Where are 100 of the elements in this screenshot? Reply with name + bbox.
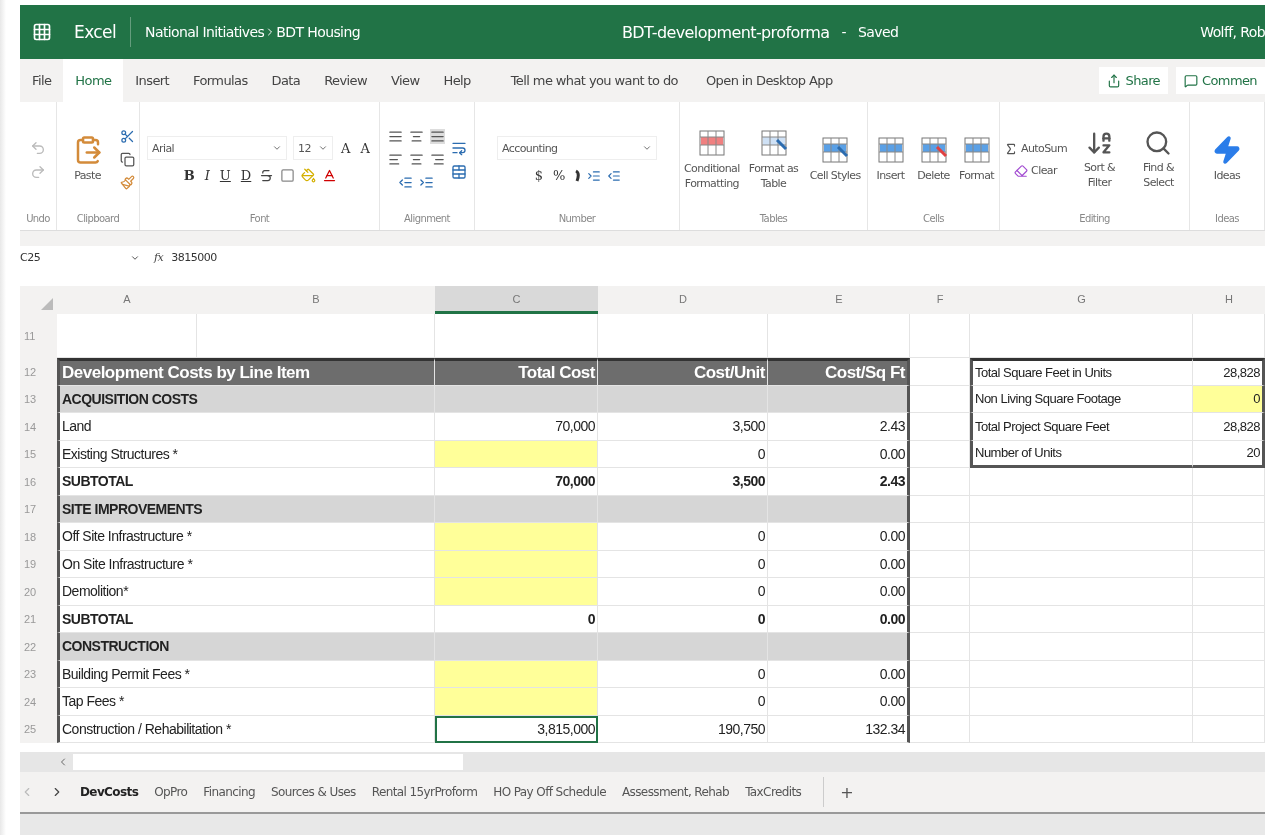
table-cell: 0 [598,440,768,468]
name-box[interactable]: C25 [20,251,146,264]
user-name[interactable]: Wolff, Rob [1200,24,1265,40]
autosum-button[interactable]: AutoSum [1004,141,1067,156]
column-header[interactable]: F [910,286,970,314]
table-style-button[interactable]: Conditional Formatting [684,128,740,191]
row-number: 22 [20,633,57,661]
sheet-tab[interactable]: DevCosts [72,785,147,799]
column-header[interactable]: A [57,286,197,314]
table-cell: 3,500 [598,413,768,441]
column-header[interactable]: G [970,286,1193,314]
breadcrumb-link[interactable]: National Initiatives [145,24,265,40]
breadcrumb-link[interactable]: BDT Housing [276,24,360,40]
editing-button[interactable]: Sort & Filter [1073,129,1126,190]
table-cell: 0.00 [768,550,910,578]
percent-button[interactable]: % [550,168,568,183]
column-header[interactable]: D [598,286,768,314]
font-field[interactable]: Arial [147,136,288,160]
share-button[interactable]: Share [1099,67,1168,94]
row-number: 25 [20,715,57,743]
sheet-tab[interactable]: Sources & Uses [263,785,364,799]
table-cell: 0 [598,688,768,716]
ribbon-tab[interactable]: Home [63,59,124,102]
table-cell: Total Square Feet in Units [970,358,1193,386]
font-style-button[interactable]: B [181,168,197,183]
font-size-field[interactable]: 12 [293,136,334,160]
grow-font-button[interactable]: A [339,140,353,156]
ribbon-tab[interactable]: Insert [123,59,182,102]
ribbon-tab[interactable]: Review [312,59,380,102]
table-cell: 0.00 [768,688,910,716]
number-format-field[interactable]: Accounting [497,136,657,160]
group-label: Alignment [403,213,451,226]
group-label: Ideas [1214,213,1240,226]
sheet-tab[interactable]: Rental 15yrProform [363,785,486,799]
open-desktop-link[interactable]: Open in Desktop App [691,73,847,88]
table-cell: 0 [598,550,768,578]
table-cell: 0 [598,523,768,551]
table-cell: 0 [435,605,598,633]
row-number: 21 [20,605,57,633]
ribbon-tab[interactable]: View [379,59,432,102]
sheet-tab[interactable]: TaxCredits [737,785,810,799]
table-style-button[interactable]: Format as Table [745,128,802,191]
row-number: 23 [20,660,57,688]
comments-button[interactable]: Commen [1176,67,1265,94]
column-header[interactable]: E [768,286,910,314]
table-cell: Tap Fees * [57,688,435,716]
table-cell: Demolition* [57,578,435,606]
table-cell: Total Cost [435,358,598,386]
sheet-tab[interactable]: Assessment, Rehab [613,785,738,799]
font-style-button[interactable]: U [217,168,233,183]
ribbon-tab[interactable]: Data [259,59,313,102]
sheet-tab[interactable]: OpPro [146,785,196,799]
table-cell: Building Permit Fees * [57,660,435,688]
tell-me-field[interactable]: Tell me what you want to do [496,73,692,88]
row-number: 20 [20,578,57,606]
group-label: Clipboard [75,213,121,226]
font-style-button[interactable]: I [202,168,212,183]
group-label: Number [557,213,597,226]
table-cell: 0.00 [768,523,910,551]
table-cell: On Site Infrastructure * [57,550,435,578]
table-cell: 70,000 [435,468,598,496]
ribbon-tab[interactable]: Formulas [181,59,260,102]
group-label: Font [248,213,271,226]
group-label: Tables [758,213,789,226]
cells-button[interactable]: Format [958,135,995,184]
cells-button[interactable]: Insert [872,135,909,184]
sheet-tab[interactable]: HO Pay Off Schedule [485,785,614,799]
row-number: 13 [20,385,57,413]
shrink-font-button[interactable]: A [358,140,372,156]
formula-field[interactable]: 3815000 [171,251,217,264]
table-cell: CONSTRUCTION [57,633,435,661]
row-number: 17 [20,495,57,523]
currency-button[interactable]: $ [532,168,545,183]
paste-button[interactable]: Paste [61,135,114,184]
ribbon-tab[interactable]: Help [431,59,483,102]
ideas-button[interactable]: Ideas [1198,135,1256,184]
row-number: 15 [20,440,57,468]
font-style-button[interactable]: D [238,168,254,183]
sheet-tab[interactable]: Financing [195,785,263,799]
table-cell: 2.43 [768,468,910,496]
cells-button[interactable]: Delete [915,135,952,184]
clear-button[interactable]: Clear [1014,163,1057,178]
row-number: 18 [20,523,57,551]
function-label[interactable]: fx [154,251,164,264]
ribbon-tab[interactable]: File [20,59,64,102]
add-sheet-button[interactable]: + [832,782,862,802]
table-cell: ACQUISITION COSTS [57,385,435,413]
editing-button[interactable]: Find & Select [1132,129,1185,190]
save-status: Saved [858,24,899,40]
group-label: Editing [1078,213,1111,226]
table-cell: 20 [1193,440,1265,468]
column-header[interactable]: B [197,286,435,314]
row-number: 24 [20,688,57,716]
row-number: 14 [20,413,57,441]
table-cell: 3,500 [598,468,768,496]
table-cell: 0.00 [768,605,910,633]
table-cell: SUBTOTAL [57,605,435,633]
title-separator: - [841,24,846,40]
table-style-button[interactable]: Cell Styles [807,135,863,184]
column-header[interactable]: H [1193,286,1265,314]
